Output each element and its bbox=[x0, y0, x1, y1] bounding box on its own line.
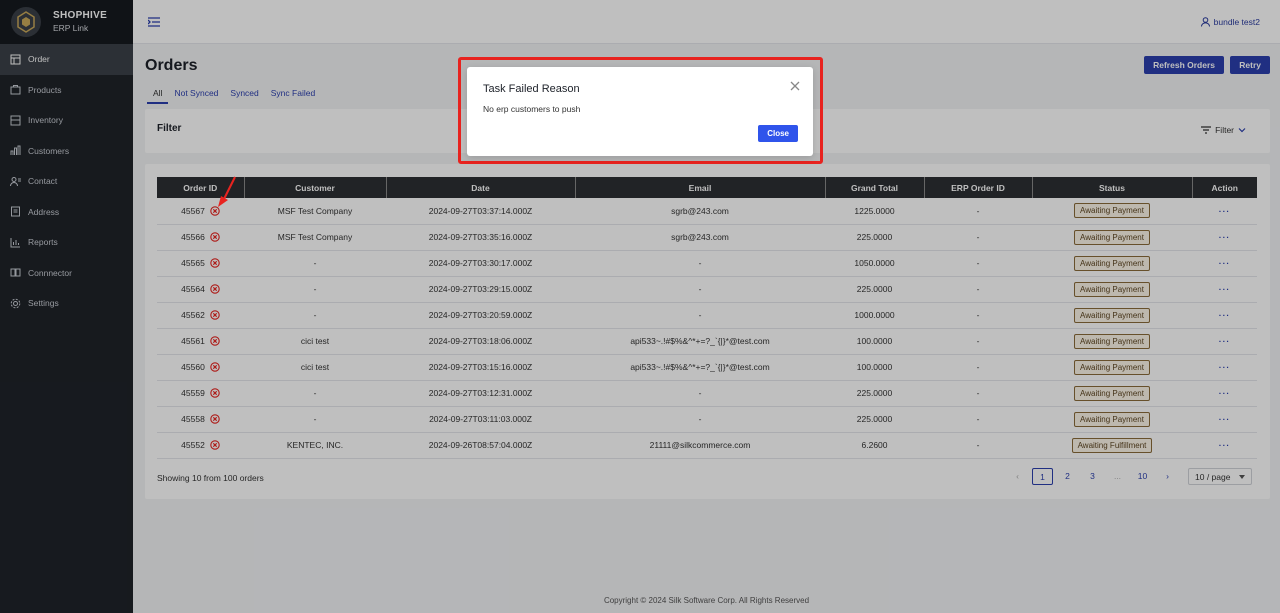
annotation-arrow-icon bbox=[218, 176, 236, 207]
modal-message: No erp customers to push bbox=[483, 104, 581, 114]
task-failed-modal: Task Failed Reason No erp customers to p… bbox=[467, 67, 813, 156]
modal-title: Task Failed Reason bbox=[483, 83, 580, 95]
close-icon[interactable] bbox=[789, 80, 801, 92]
modal-close-button[interactable]: Close bbox=[758, 125, 798, 142]
